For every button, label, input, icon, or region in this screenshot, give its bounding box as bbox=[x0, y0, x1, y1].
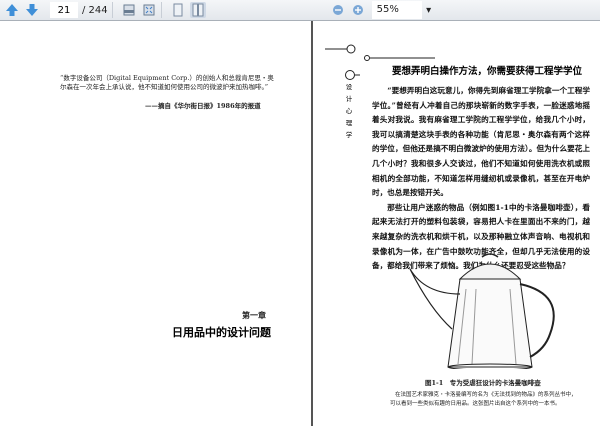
quote-source: ——摘自《华尔街日报》1986年的报道 bbox=[145, 102, 261, 110]
side-label-char: 学 bbox=[345, 131, 353, 139]
body-text: “要想弄明白这玩意儿，你得先到麻省理工学院拿一个工程学学位。”曾经有人冲着自己的… bbox=[372, 84, 590, 274]
page-number-input[interactable] bbox=[50, 2, 78, 18]
arrow-down-icon bbox=[26, 4, 38, 16]
quote-line: 尔森在一次年会上承认说，他不知道如何使用公司的微波炉来加热咖啡。” bbox=[60, 83, 269, 91]
side-label-char: 计 bbox=[345, 95, 353, 103]
chapter-title: 日用品中的设计问题 bbox=[172, 326, 271, 339]
fit-width-button[interactable] bbox=[121, 2, 137, 18]
document-view: “数字设备公司（Digital Equipment Corp.）的创始人和总裁肯… bbox=[0, 21, 600, 426]
fit-page-button[interactable] bbox=[141, 2, 157, 18]
side-label: 设 计 心 理 学 bbox=[344, 81, 354, 141]
fit-page-icon bbox=[143, 4, 155, 16]
section-heading: 要想弄明白操作方法，你需要获得工程学学位 bbox=[392, 66, 583, 77]
side-label-char: 设 bbox=[345, 83, 353, 91]
arrow-up-icon bbox=[6, 4, 18, 16]
divider bbox=[160, 2, 162, 18]
next-page-button[interactable] bbox=[24, 2, 40, 18]
single-page-icon bbox=[173, 3, 183, 17]
two-page-icon bbox=[192, 3, 204, 17]
teapot-illustration bbox=[409, 253, 555, 369]
side-label-char: 心 bbox=[345, 107, 353, 115]
figure-note: 可以看到一些类似有趣的日用品。这张图片出自这个系列中的一本书。 bbox=[390, 401, 561, 407]
single-page-view-button[interactable] bbox=[170, 2, 186, 18]
paragraph: “要想弄明白这玩意儿，你得先到麻省理工学院拿一个工程学学位。”曾经有人冲着自己的… bbox=[372, 86, 590, 198]
previous-page-button[interactable] bbox=[4, 2, 20, 18]
figure-caption: 图1-1 专为受虐狂设计的卡洛曼咖啡壶 bbox=[425, 379, 541, 387]
zoom-dropdown-button[interactable]: ▾ bbox=[422, 5, 436, 16]
two-page-view-button[interactable] bbox=[189, 2, 206, 18]
toolbar: / 244 55% ▾ bbox=[0, 0, 600, 21]
side-label-char: 理 bbox=[345, 119, 353, 127]
zoom-in-button[interactable] bbox=[350, 2, 366, 18]
zoom-out-icon bbox=[332, 5, 343, 15]
chapter-number: 第一章 bbox=[242, 310, 266, 320]
figure-note: 在法国艺术家雅克・卡洛曼编写的名为《无法找到的物品》的系列丛书中， bbox=[395, 392, 577, 398]
zoom-out-button[interactable] bbox=[330, 2, 346, 18]
fit-width-icon bbox=[123, 4, 135, 16]
zoom-level-field[interactable]: 55% bbox=[371, 1, 422, 19]
page-divider bbox=[311, 21, 313, 426]
quote-line: “数字设备公司（Digital Equipment Corp.）的创始人和总裁肯… bbox=[60, 74, 274, 82]
divider bbox=[111, 2, 113, 18]
zoom-in-icon bbox=[352, 5, 363, 15]
total-pages: / 244 bbox=[82, 4, 108, 16]
